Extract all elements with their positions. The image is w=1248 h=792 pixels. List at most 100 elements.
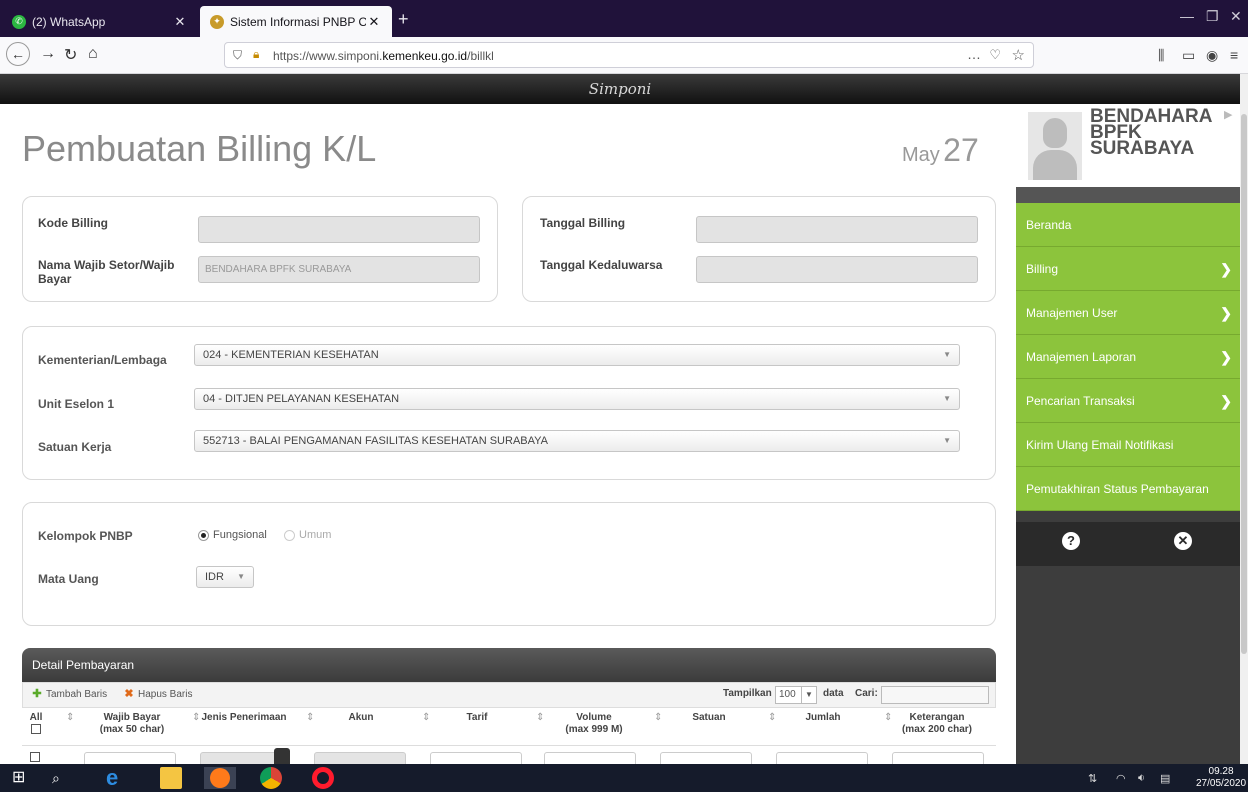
col-akun[interactable]: ⇕ Akun	[304, 712, 418, 724]
jumlah-input[interactable]	[776, 752, 868, 764]
kode-billing-label: Kode Billing	[38, 216, 108, 230]
opera-icon[interactable]	[312, 767, 334, 789]
radio-fungsional[interactable]: Fungsional	[198, 529, 267, 541]
help-icon[interactable]: ?	[1062, 532, 1080, 550]
keterangan-input[interactable]	[892, 752, 984, 764]
menu-icon[interactable]: ≡	[1230, 47, 1238, 63]
col-keterangan[interactable]: ⇕ Keterangan (max 200 char)	[882, 712, 992, 736]
minimize-icon[interactable]: —	[1180, 8, 1194, 24]
page-actions-icon[interactable]: …	[967, 46, 981, 62]
network-icon[interactable]: ⇅	[1088, 772, 1097, 785]
new-tab-icon[interactable]: +	[398, 9, 409, 30]
select-all-checkbox[interactable]	[31, 724, 41, 734]
firefox-taskbar-slot[interactable]	[204, 767, 236, 789]
close-window-icon[interactable]: ✕	[1230, 8, 1242, 25]
sidebar-toggle-icon[interactable]: ▭	[1182, 47, 1195, 64]
akun-input[interactable]	[314, 752, 406, 764]
col-jenis-penerimaan[interactable]: ⇕ Jenis Penerimaan	[190, 712, 298, 724]
chrome-icon[interactable]	[260, 767, 282, 789]
page-size-select[interactable]: 100 ▼	[775, 686, 817, 704]
satuan-kerja-select[interactable]: 552713 - BALAI PENGAMANAN FASILITAS KESE…	[194, 430, 960, 452]
add-row-button[interactable]: ✚ Tambah Baris	[31, 688, 107, 700]
notification-icon[interactable]: ▤	[1160, 772, 1170, 785]
bookmark-star-icon[interactable]: ☆	[1012, 46, 1025, 64]
table-row	[22, 746, 996, 764]
mata-uang-select[interactable]: IDR ▼	[196, 566, 254, 588]
sidebar-item-beranda[interactable]: Beranda	[1016, 203, 1240, 247]
unit-eselon-select[interactable]: 04 - DITJEN PELAYANAN KESEHATAN ▼	[194, 388, 960, 410]
tanggal-kedaluwarsa-label: Tanggal Kedaluwarsa	[540, 258, 663, 272]
chevron-down-icon: ▼	[943, 436, 951, 445]
chevron-right-icon: ❯	[1220, 305, 1232, 321]
pocket-icon[interactable]: ♡	[989, 47, 1001, 63]
wajib-bayar-input[interactable]	[84, 752, 176, 764]
home-icon[interactable]: ⌂	[88, 45, 98, 63]
file-explorer-icon[interactable]	[160, 767, 182, 789]
back-icon[interactable]: ←	[6, 42, 30, 66]
col-volume[interactable]: ⇕ Volume (max 999 M)	[534, 712, 654, 736]
windows-start-icon[interactable]: ⊞	[12, 767, 34, 789]
col-tarif[interactable]: ⇕ Tarif	[420, 712, 534, 724]
library-icon[interactable]: ⫼	[1158, 47, 1164, 64]
delete-row-button[interactable]: ✖ Hapus Baris	[123, 688, 192, 700]
chevron-down-icon: ▼	[237, 572, 245, 581]
detail-table-header: All ⇕ Wajib Bayar (max 50 char) ⇕ Jenis Pen…	[22, 708, 996, 746]
wifi-icon[interactable]: ◠	[1116, 772, 1126, 785]
kementerian-value: 024 - KEMENTERIAN KESEHATAN	[203, 349, 379, 361]
tarif-input[interactable]	[430, 752, 522, 764]
volume-input[interactable]	[544, 752, 636, 764]
col-jumlah[interactable]: ⇕ Jumlah	[766, 712, 880, 724]
kementerian-select[interactable]: 024 - KEMENTERIAN KESEHATAN ▼	[194, 344, 960, 366]
sidebar-item-kirim-ulang-email[interactable]: Kirim Ulang Email Notifikasi	[1016, 423, 1240, 467]
radio-umum[interactable]: Umum	[284, 529, 331, 541]
sidebar-item-manajemen-laporan[interactable]: Manajemen Laporan ❯	[1016, 335, 1240, 379]
taskbar-clock[interactable]: 09.28 27/05/2020	[1196, 766, 1246, 790]
search-label: Cari:	[855, 688, 878, 699]
mata-uang-label: Mata Uang	[38, 572, 99, 586]
dropdown-handle[interactable]	[274, 748, 290, 764]
kode-billing-field[interactable]	[198, 216, 480, 243]
account-icon[interactable]: ◉	[1206, 47, 1218, 64]
forward-icon[interactable]: →	[40, 45, 56, 63]
close-tab-icon[interactable]: ✕	[366, 14, 382, 30]
maximize-icon[interactable]: ❐	[1206, 8, 1219, 25]
tab-whatsapp[interactable]: ✆ (2) WhatsApp ✕	[2, 6, 198, 37]
search-icon[interactable]: ⌕	[52, 767, 74, 789]
scrollbar-thumb[interactable]	[1241, 114, 1247, 654]
page-scrollbar[interactable]	[1240, 74, 1248, 764]
sidebar-item-billing[interactable]: Billing ❯	[1016, 247, 1240, 291]
sidebar-item-pemutakhiran-status[interactable]: Pemutakhiran Status Pembayaran	[1016, 467, 1240, 511]
close-tab-icon[interactable]: ✕	[172, 14, 188, 30]
lock-icon[interactable]: 🔒︎	[253, 47, 259, 62]
chevron-right-icon[interactable]: ▶	[1224, 108, 1232, 121]
page-size-value: 100	[779, 689, 796, 700]
tab-simponi[interactable]: ✦ Sistem Informasi PNBP Online ✕	[200, 6, 392, 37]
shield-icon[interactable]: ⛉	[233, 48, 242, 63]
address-bar[interactable]: ⛉ 🔒︎ https://www.simponi.kemenkeu.go.id/…	[224, 42, 1034, 68]
user-name: BENDAHARA BPFK SURABAYA	[1090, 106, 1213, 159]
tanggal-kedaluwarsa-field[interactable]	[696, 256, 978, 283]
volume-icon[interactable]: 🔉︎	[1138, 772, 1145, 785]
row-checkbox[interactable]	[30, 752, 40, 762]
sidebar-item-pencarian-transaksi[interactable]: Pencarian Transaksi ❯	[1016, 379, 1240, 423]
col-wajib-bayar[interactable]: ⇕ Wajib Bayar (max 50 char)	[62, 712, 202, 736]
windows-taskbar: ⊞ ⌕ e ⇅ ◠ 🔉︎ ▤ 09.28 27/05/2020	[0, 764, 1248, 792]
sidebar-item-manajemen-user[interactable]: Manajemen User ❯	[1016, 291, 1240, 335]
col-satuan[interactable]: ⇕ Satuan	[652, 712, 766, 724]
table-search-input[interactable]	[881, 686, 989, 704]
site-brand-bar: Simponi	[0, 74, 1240, 104]
page-title: Pembuatan Billing K/L	[22, 128, 377, 169]
url-text: https://www.simponi.kemenkeu.go.id/billk…	[273, 49, 494, 63]
chevron-right-icon: ❯	[1220, 261, 1232, 277]
satuan-input[interactable]	[660, 752, 752, 764]
chevron-right-icon: ❯	[1220, 393, 1232, 409]
chevron-down-icon: ▼	[943, 394, 951, 403]
avatar	[1028, 112, 1082, 180]
logout-close-icon[interactable]: ✕	[1174, 532, 1192, 550]
date-month: May	[902, 144, 940, 166]
reload-icon[interactable]: ↻	[64, 45, 77, 65]
satuan-kerja-value: 552713 - BALAI PENGAMANAN FASILITAS KESE…	[203, 435, 548, 447]
edge-icon[interactable]: e	[106, 767, 128, 789]
nama-wajib-bayar-field[interactable]: BENDAHARA BPFK SURABAYA	[198, 256, 480, 283]
tanggal-billing-field[interactable]	[696, 216, 978, 243]
